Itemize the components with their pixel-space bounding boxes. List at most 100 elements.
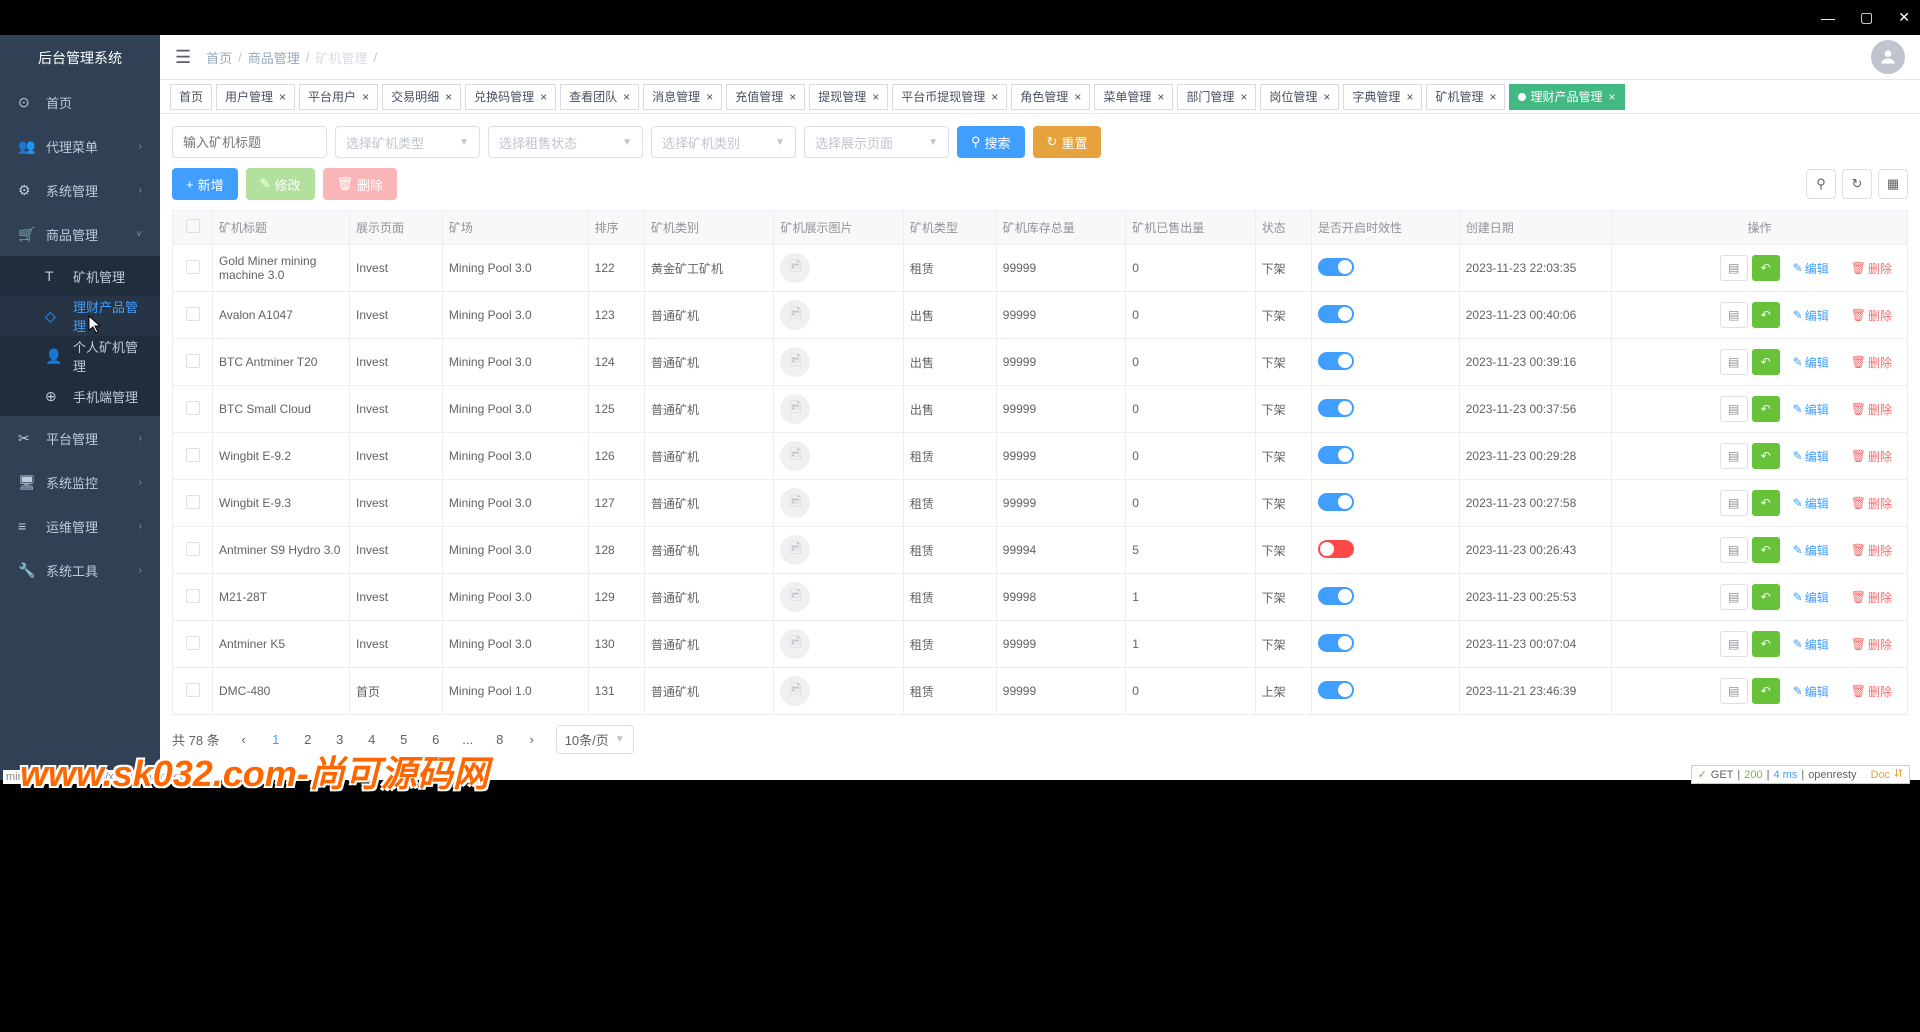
close-icon[interactable]: × [1240,90,1247,104]
add-button[interactable]: +新增 [172,168,238,200]
category-select[interactable]: 选择矿机类别▼ [651,126,796,158]
row-restore-button[interactable]: ↶ [1752,396,1780,422]
select-all-checkbox[interactable] [186,219,200,233]
toggle-switch[interactable] [1318,634,1354,652]
close-icon[interactable]: × [540,90,547,104]
page-number[interactable]: 6 [422,726,450,754]
tab[interactable]: 充值管理× [726,84,805,110]
close-icon[interactable]: × [279,90,286,104]
close-icon[interactable]: × [1406,90,1413,104]
columns-button[interactable]: ▦ [1878,169,1908,199]
title-input[interactable] [172,126,327,158]
close-icon[interactable]: ✕ [1898,9,1910,26]
row-checkbox[interactable] [186,495,200,509]
toggle-switch[interactable] [1318,540,1354,558]
row-detail-button[interactable]: ▤ [1720,584,1748,610]
sidebar-item[interactable]: ✂平台管理› [0,416,160,460]
toggle-switch[interactable] [1318,352,1354,370]
row-edit-button[interactable]: ✎编辑 [1784,490,1838,516]
sidebar-item[interactable]: 👥代理菜单› [0,124,160,168]
close-icon[interactable]: × [1609,90,1616,104]
row-delete-button[interactable]: 🗑删除 [1842,678,1901,704]
row-delete-button[interactable]: 🗑删除 [1842,302,1901,328]
row-delete-button[interactable]: 🗑删除 [1842,255,1901,281]
tab[interactable]: 平台币提现管理× [892,84,1007,110]
close-icon[interactable]: × [623,90,630,104]
row-checkbox[interactable] [186,401,200,415]
sidebar-subitem[interactable]: ◇理财产品管理 [0,296,160,336]
next-page-button[interactable]: › [518,726,546,754]
tab[interactable]: 部门管理× [1177,84,1256,110]
row-restore-button[interactable]: ↶ [1752,631,1780,657]
close-icon[interactable]: × [445,90,452,104]
page-number[interactable]: 1 [262,726,290,754]
tab[interactable]: 兑换码管理× [465,84,556,110]
sidebar-item[interactable]: ≡运维管理› [0,504,160,548]
tab[interactable]: 理财产品管理× [1509,84,1624,110]
close-icon[interactable]: × [872,90,879,104]
row-edit-button[interactable]: ✎编辑 [1784,584,1838,610]
tab[interactable]: 提现管理× [809,84,888,110]
toggle-switch[interactable] [1318,493,1354,511]
row-checkbox[interactable] [186,683,200,697]
sidebar-subitem[interactable]: ⊕手机端管理 [0,376,160,416]
toggle-switch[interactable] [1318,681,1354,699]
sidebar-item[interactable]: 🖥系统监控› [0,460,160,504]
search-toggle-button[interactable]: ⚲ [1806,169,1836,199]
edit-button[interactable]: ✎修改 [246,168,315,200]
row-delete-button[interactable]: 🗑删除 [1842,537,1901,563]
row-checkbox[interactable] [186,307,200,321]
sidebar-item[interactable]: ⚙系统管理› [0,168,160,212]
close-icon[interactable]: × [706,90,713,104]
row-checkbox[interactable] [186,354,200,368]
close-icon[interactable]: × [1157,90,1164,104]
row-edit-button[interactable]: ✎编辑 [1784,349,1838,375]
tab[interactable]: 角色管理× [1011,84,1090,110]
type-select[interactable]: 选择矿机类型▼ [335,126,480,158]
row-restore-button[interactable]: ↶ [1752,490,1780,516]
row-detail-button[interactable]: ▤ [1720,302,1748,328]
page-number[interactable]: 3 [326,726,354,754]
status-select[interactable]: 选择租售状态▼ [488,126,643,158]
tab[interactable]: 用户管理× [216,84,295,110]
search-button[interactable]: ⚲搜索 [957,126,1025,158]
tab[interactable]: 查看团队× [560,84,639,110]
toggle-switch[interactable] [1318,446,1354,464]
toggle-switch[interactable] [1318,305,1354,323]
page-size-select[interactable]: 10条/页▼ [556,725,634,754]
toggle-switch[interactable] [1318,587,1354,605]
row-detail-button[interactable]: ▤ [1720,443,1748,469]
tab[interactable]: 字典管理× [1343,84,1422,110]
row-edit-button[interactable]: ✎编辑 [1784,537,1838,563]
sidebar-subitem[interactable]: T矿机管理 [0,256,160,296]
refresh-table-button[interactable]: ↻ [1842,169,1872,199]
row-restore-button[interactable]: ↶ [1752,537,1780,563]
row-checkbox[interactable] [186,260,200,274]
tab[interactable]: 首页 [170,84,212,110]
maximize-icon[interactable]: ▢ [1860,9,1873,26]
toggle-switch[interactable] [1318,399,1354,417]
close-icon[interactable]: × [1489,90,1496,104]
page-number[interactable]: 5 [390,726,418,754]
page-select[interactable]: 选择展示页面▼ [804,126,949,158]
row-detail-button[interactable]: ▤ [1720,678,1748,704]
prev-page-button[interactable]: ‹ [230,726,258,754]
breadcrumb-item[interactable]: 首页 [206,48,232,67]
row-delete-button[interactable]: 🗑删除 [1842,396,1901,422]
row-restore-button[interactable]: ↶ [1752,349,1780,375]
row-checkbox[interactable] [186,542,200,556]
close-icon[interactable]: × [789,90,796,104]
row-delete-button[interactable]: 🗑删除 [1842,584,1901,610]
row-detail-button[interactable]: ▤ [1720,255,1748,281]
row-delete-button[interactable]: 🗑删除 [1842,443,1901,469]
row-restore-button[interactable]: ↶ [1752,584,1780,610]
row-restore-button[interactable]: ↶ [1752,302,1780,328]
reset-button[interactable]: ↻重置 [1033,126,1102,158]
row-edit-button[interactable]: ✎编辑 [1784,631,1838,657]
row-delete-button[interactable]: 🗑删除 [1842,349,1901,375]
avatar[interactable] [1871,40,1905,74]
row-edit-button[interactable]: ✎编辑 [1784,302,1838,328]
row-checkbox[interactable] [186,589,200,603]
sidebar-subitem[interactable]: 👤个人矿机管理 [0,336,160,376]
hamburger-icon[interactable]: ☰ [175,47,191,68]
